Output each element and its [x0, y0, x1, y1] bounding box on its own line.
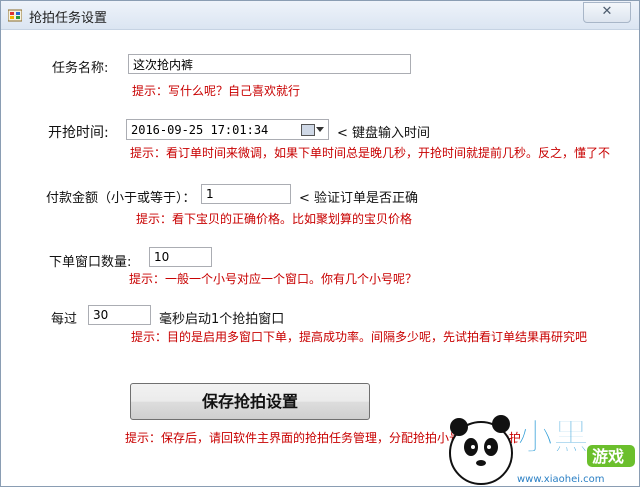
task-name-label: 任务名称: — [52, 61, 109, 76]
app-icon — [8, 9, 22, 22]
watermark-site: www.xiaohei.com — [517, 474, 605, 485]
watermark-brand: 小黑 — [517, 417, 589, 458]
watermark-sub: 游戏 — [592, 447, 624, 466]
calendar-icon[interactable] — [301, 124, 315, 136]
chevron-down-icon[interactable] — [316, 127, 324, 132]
close-button[interactable]: ✕ — [583, 2, 631, 23]
dialog-window: 抢拍任务设置 ✕ 任务名称: 提示：写什么呢？自己喜欢就行 开抢时间: 2016… — [0, 0, 640, 487]
interval-hint: 提示：目的是启用多窗口下单，提高成功率。间隔多少呢，先试拍看订单结果再研究吧 — [131, 330, 588, 344]
start-time-value: 2016-09-25 17:01:34 — [131, 123, 269, 137]
start-time-picker[interactable]: 2016-09-25 17:01:34 — [126, 119, 329, 140]
task-name-hint: 提示：写什么呢？自己喜欢就行 — [132, 84, 301, 98]
panda-logo: 小黑 游戏 www.xiaohei.com — [449, 415, 635, 485]
window-title: 抢拍任务设置 — [29, 11, 108, 26]
save-settings-button[interactable]: 保存抢拍设置 — [130, 383, 370, 420]
task-name-input[interactable] — [128, 54, 411, 74]
start-time-note: < 键盘输入时间 — [337, 126, 431, 141]
payment-input[interactable] — [201, 184, 291, 204]
window-count-input[interactable] — [149, 247, 212, 267]
start-time-hint: 提示：看订单时间来微调，如果下单时间总是晚几秒，开抢时间就提前几秒。反之，懂了不 — [130, 146, 611, 160]
start-time-label: 开抢时间: — [48, 125, 109, 141]
window-count-hint: 提示：一般一个小号对应一个窗口。你有几个小号呢？ — [129, 272, 418, 286]
payment-label: 付款金额（小于或等于）： — [46, 191, 196, 206]
site-watermark: 小黑 游戏 www.xiaohei.com — [447, 389, 639, 486]
interval-input[interactable] — [88, 305, 151, 325]
interval-suffix-label: 毫秒启动1个抢拍窗口 — [159, 312, 285, 327]
close-icon: ✕ — [601, 4, 613, 19]
title-bar[interactable]: 抢拍任务设置 ✕ — [1, 1, 639, 30]
payment-note: < 验证订单是否正确 — [299, 191, 419, 206]
window-count-label: 下单窗口数量: — [49, 255, 132, 270]
payment-hint: 提示：看下宝贝的正确价格。比如聚划算的宝贝价格 — [136, 212, 413, 226]
interval-prefix-label: 每过 — [51, 312, 78, 327]
